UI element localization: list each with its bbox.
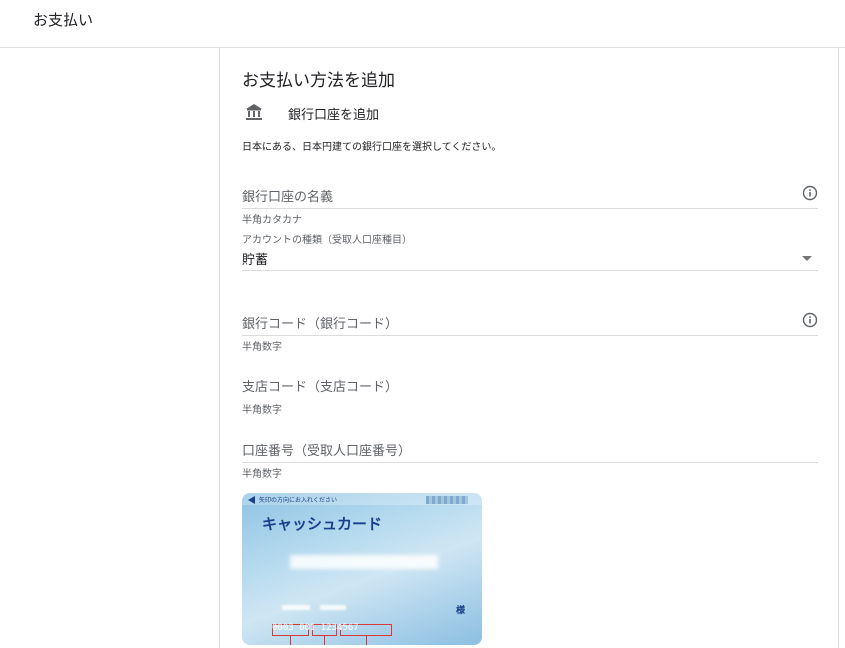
card-blurred-text xyxy=(320,605,346,610)
account-type-caption: アカウントの種類（受取人口座種目） xyxy=(242,235,412,246)
branch-code-hint: 半角数字 xyxy=(242,405,282,416)
info-icon[interactable] xyxy=(802,312,818,328)
card-blurred-logo xyxy=(426,496,468,504)
bank-code-label: 銀行コード（銀行コード） xyxy=(242,317,399,332)
branch-code-field[interactable]: 支店コード（支店コード） 半角数字 xyxy=(242,374,818,416)
account-number-hint: 半角数字 xyxy=(242,469,282,480)
add-payment-method-panel: お支払い方法を追加 銀行口座を追加 日本にある、日本円建ての銀行口座を選択してく… xyxy=(219,48,839,648)
account-name-hint: 半角カタカナ xyxy=(242,215,302,226)
bank-code-hint: 半角数字 xyxy=(242,342,282,353)
account-type-select[interactable]: アカウントの種類（受取人口座種目） 貯蓄 xyxy=(242,231,818,273)
branch-code-label: 支店コード（支店コード） xyxy=(242,380,399,395)
account-number-field[interactable]: 口座番号（受取人口座番号） 半角数字 xyxy=(242,438,818,480)
account-name-label: 銀行口座の名義 xyxy=(242,190,334,205)
bank-code-underline xyxy=(242,335,818,336)
add-bank-account-label: 銀行口座を追加 xyxy=(288,108,380,123)
page-title: お支払い xyxy=(33,11,94,29)
account-type-underline xyxy=(242,270,818,271)
section-title: お支払い方法を追加 xyxy=(242,71,395,91)
top-bar: お支払い xyxy=(0,0,845,48)
cash-card-example-image: 矢印の方向にお入れください キャッシュカード 様 0003 001 123456… xyxy=(242,493,482,645)
card-bank-code-pointer xyxy=(290,636,291,645)
card-title: キャッシュカード xyxy=(262,515,383,533)
dropdown-arrow-icon[interactable] xyxy=(802,256,812,261)
account-type-value: 貯蓄 xyxy=(242,253,269,268)
card-number: 0003 001 1234567 xyxy=(272,623,359,633)
insert-arrow-icon xyxy=(248,496,255,504)
card-blurred-name xyxy=(290,555,438,569)
account-name-field[interactable]: 銀行口座の名義 半角カタカナ xyxy=(242,184,818,226)
account-number-underline xyxy=(242,462,818,463)
bank-account-description: 日本にある、日本円建ての銀行口座を選択してください。 xyxy=(242,142,502,153)
info-icon[interactable] xyxy=(802,185,818,201)
card-honorific: 様 xyxy=(456,606,466,616)
card-branch-code-pointer xyxy=(324,636,325,645)
left-spacer xyxy=(0,48,219,648)
card-blurred-text xyxy=(282,605,310,610)
bank-icon xyxy=(246,104,262,120)
card-account-number-pointer xyxy=(366,636,367,645)
card-instruction: 矢印の方向にお入れください xyxy=(259,497,338,504)
account-number-label: 口座番号（受取人口座番号） xyxy=(242,444,412,459)
add-bank-account-option[interactable]: 銀行口座を追加 xyxy=(242,100,379,124)
bank-code-field[interactable]: 銀行コード（銀行コード） 半角数字 xyxy=(242,311,818,353)
account-name-underline xyxy=(242,208,818,209)
